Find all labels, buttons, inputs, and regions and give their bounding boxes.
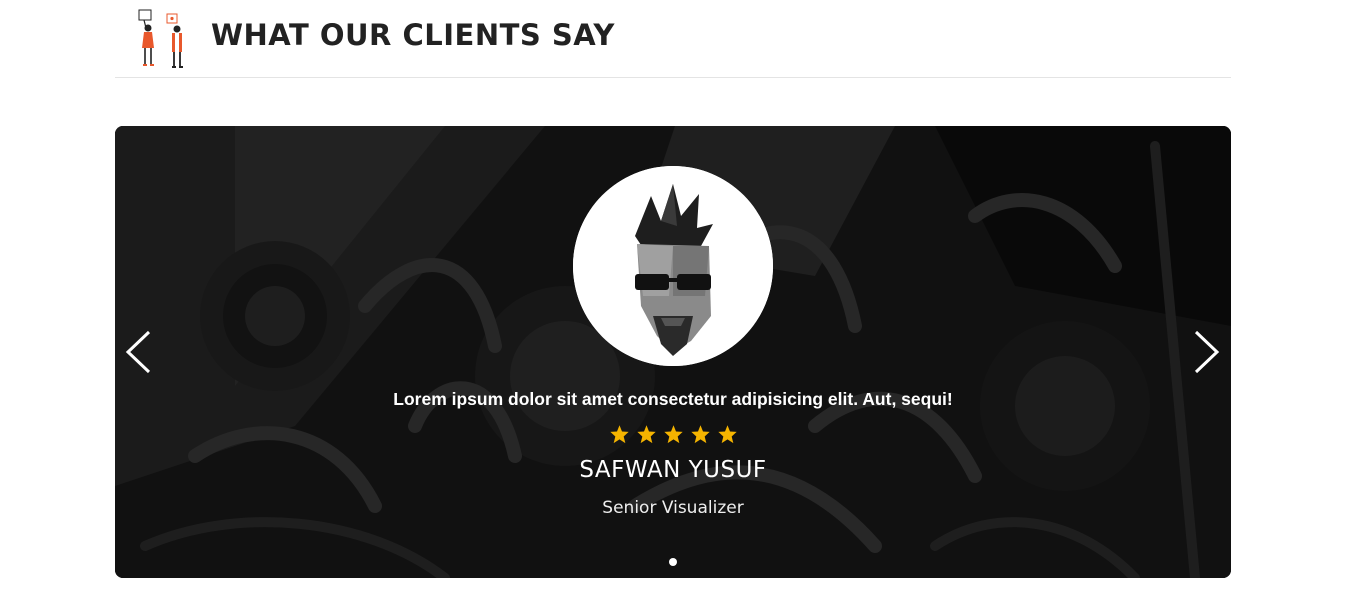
client-role: Senior Visualizer — [602, 498, 744, 518]
testimonial-slider[interactable]: Lorem ipsum dolor sit amet consectetur a… — [115, 126, 1231, 578]
client-name: SAFWAN YUSUF — [579, 457, 767, 483]
star-icon — [690, 425, 710, 444]
star-icon — [636, 425, 656, 444]
chevron-right-icon[interactable] — [1192, 329, 1222, 375]
star-icon — [609, 425, 629, 444]
slider-pagination — [115, 553, 1231, 571]
chevron-left-icon[interactable] — [123, 329, 153, 375]
section-header: WHAT OUR CLIENTS SAY — [115, 0, 1231, 78]
star-icon — [663, 425, 683, 444]
people-holding-signs-illustration-icon — [138, 9, 183, 68]
pagination-dot-active[interactable] — [669, 558, 677, 566]
star-icon — [717, 425, 737, 444]
testimonial-quote: Lorem ipsum dolor sit amet consectetur a… — [393, 389, 953, 409]
section-title: WHAT OUR CLIENTS SAY — [211, 18, 615, 52]
client-portrait-image — [573, 166, 773, 366]
rating-stars — [115, 424, 1231, 448]
client-avatar — [573, 166, 773, 366]
